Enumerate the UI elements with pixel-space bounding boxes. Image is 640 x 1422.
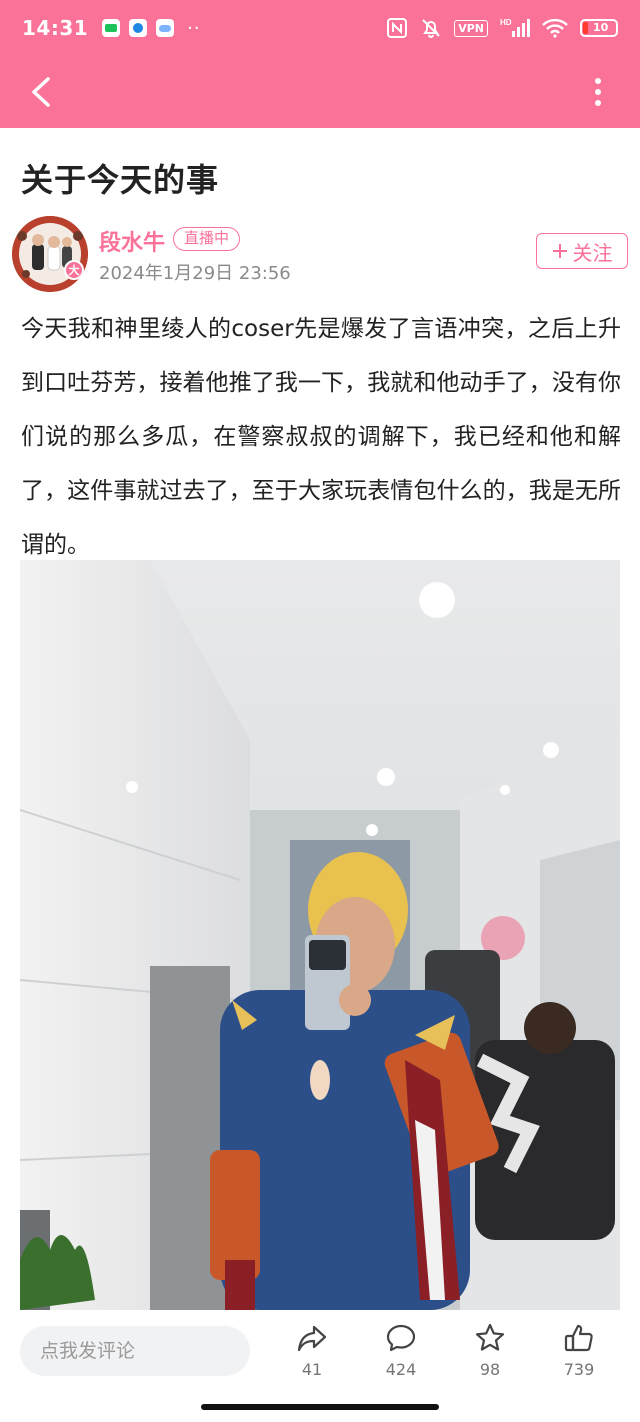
- more-notifications-icon: ··: [187, 17, 201, 39]
- blue-app-icon: [129, 19, 148, 37]
- star-icon: [475, 1323, 505, 1351]
- wifi-icon: [542, 18, 568, 38]
- share-count: 41: [301, 1360, 323, 1379]
- avatar-image: [12, 216, 88, 292]
- battery-percent: 10: [593, 21, 609, 34]
- more-vertical-icon: [595, 78, 601, 106]
- status-bar: 14:31 ·· VPN HD 10: [0, 0, 640, 56]
- back-button[interactable]: [24, 74, 60, 110]
- comment-input[interactable]: 点我发评论: [20, 1326, 250, 1376]
- comment-count: 424: [385, 1360, 417, 1379]
- svg-text:HD: HD: [500, 18, 512, 27]
- share-button[interactable]: 41: [282, 1322, 342, 1392]
- live-status-badge[interactable]: 直播中: [173, 227, 241, 251]
- bell-off-icon: [422, 19, 440, 38]
- like-button[interactable]: 739: [549, 1322, 609, 1392]
- author-row: 大 段水牛 直播中 2024年1月29日 23:56 关注: [12, 216, 628, 292]
- post-body: 今天我和神里绫人的coser先是爆发了言语冲突，之后上升到口吐芬芳，接着他推了我…: [21, 316, 621, 558]
- share-icon: [297, 1325, 327, 1352]
- battery-icon: 10: [580, 19, 618, 37]
- vpn-icon: VPN: [454, 19, 488, 37]
- like-count: 739: [563, 1360, 595, 1379]
- green-app-icon: [102, 19, 121, 37]
- thumbs-up-icon: [564, 1324, 593, 1352]
- more-options-button[interactable]: [580, 74, 616, 110]
- post-timestamp: 2024年1月29日 23:56: [99, 263, 291, 284]
- author-name[interactable]: 段水牛: [99, 225, 165, 257]
- cloud-app-icon: [156, 19, 175, 37]
- notification-icons: ··: [102, 18, 200, 39]
- level-badge: 大: [64, 260, 84, 280]
- chevron-left-icon: [32, 77, 50, 107]
- system-icons: VPN HD 10: [386, 17, 618, 39]
- plus-icon: [552, 244, 567, 258]
- home-indicator[interactable]: [201, 1404, 439, 1410]
- follow-button[interactable]: 关注: [536, 233, 628, 269]
- comment-button[interactable]: 424: [371, 1322, 431, 1392]
- favorite-count: 98: [479, 1360, 501, 1379]
- favorite-button[interactable]: 98: [460, 1322, 520, 1392]
- post-photo[interactable]: [20, 560, 620, 1310]
- post-title: 关于今天的事: [21, 161, 220, 199]
- post-photo-image: [20, 560, 620, 1310]
- status-time: 14:31: [22, 16, 89, 40]
- battery-level: [583, 22, 588, 34]
- nfc-icon: [387, 18, 408, 38]
- comment-icon: [386, 1324, 416, 1352]
- top-nav-bar: [0, 56, 640, 128]
- avatar[interactable]: 大: [12, 216, 88, 292]
- follow-label: 关注: [572, 240, 613, 265]
- signal-icon: HD: [500, 18, 530, 37]
